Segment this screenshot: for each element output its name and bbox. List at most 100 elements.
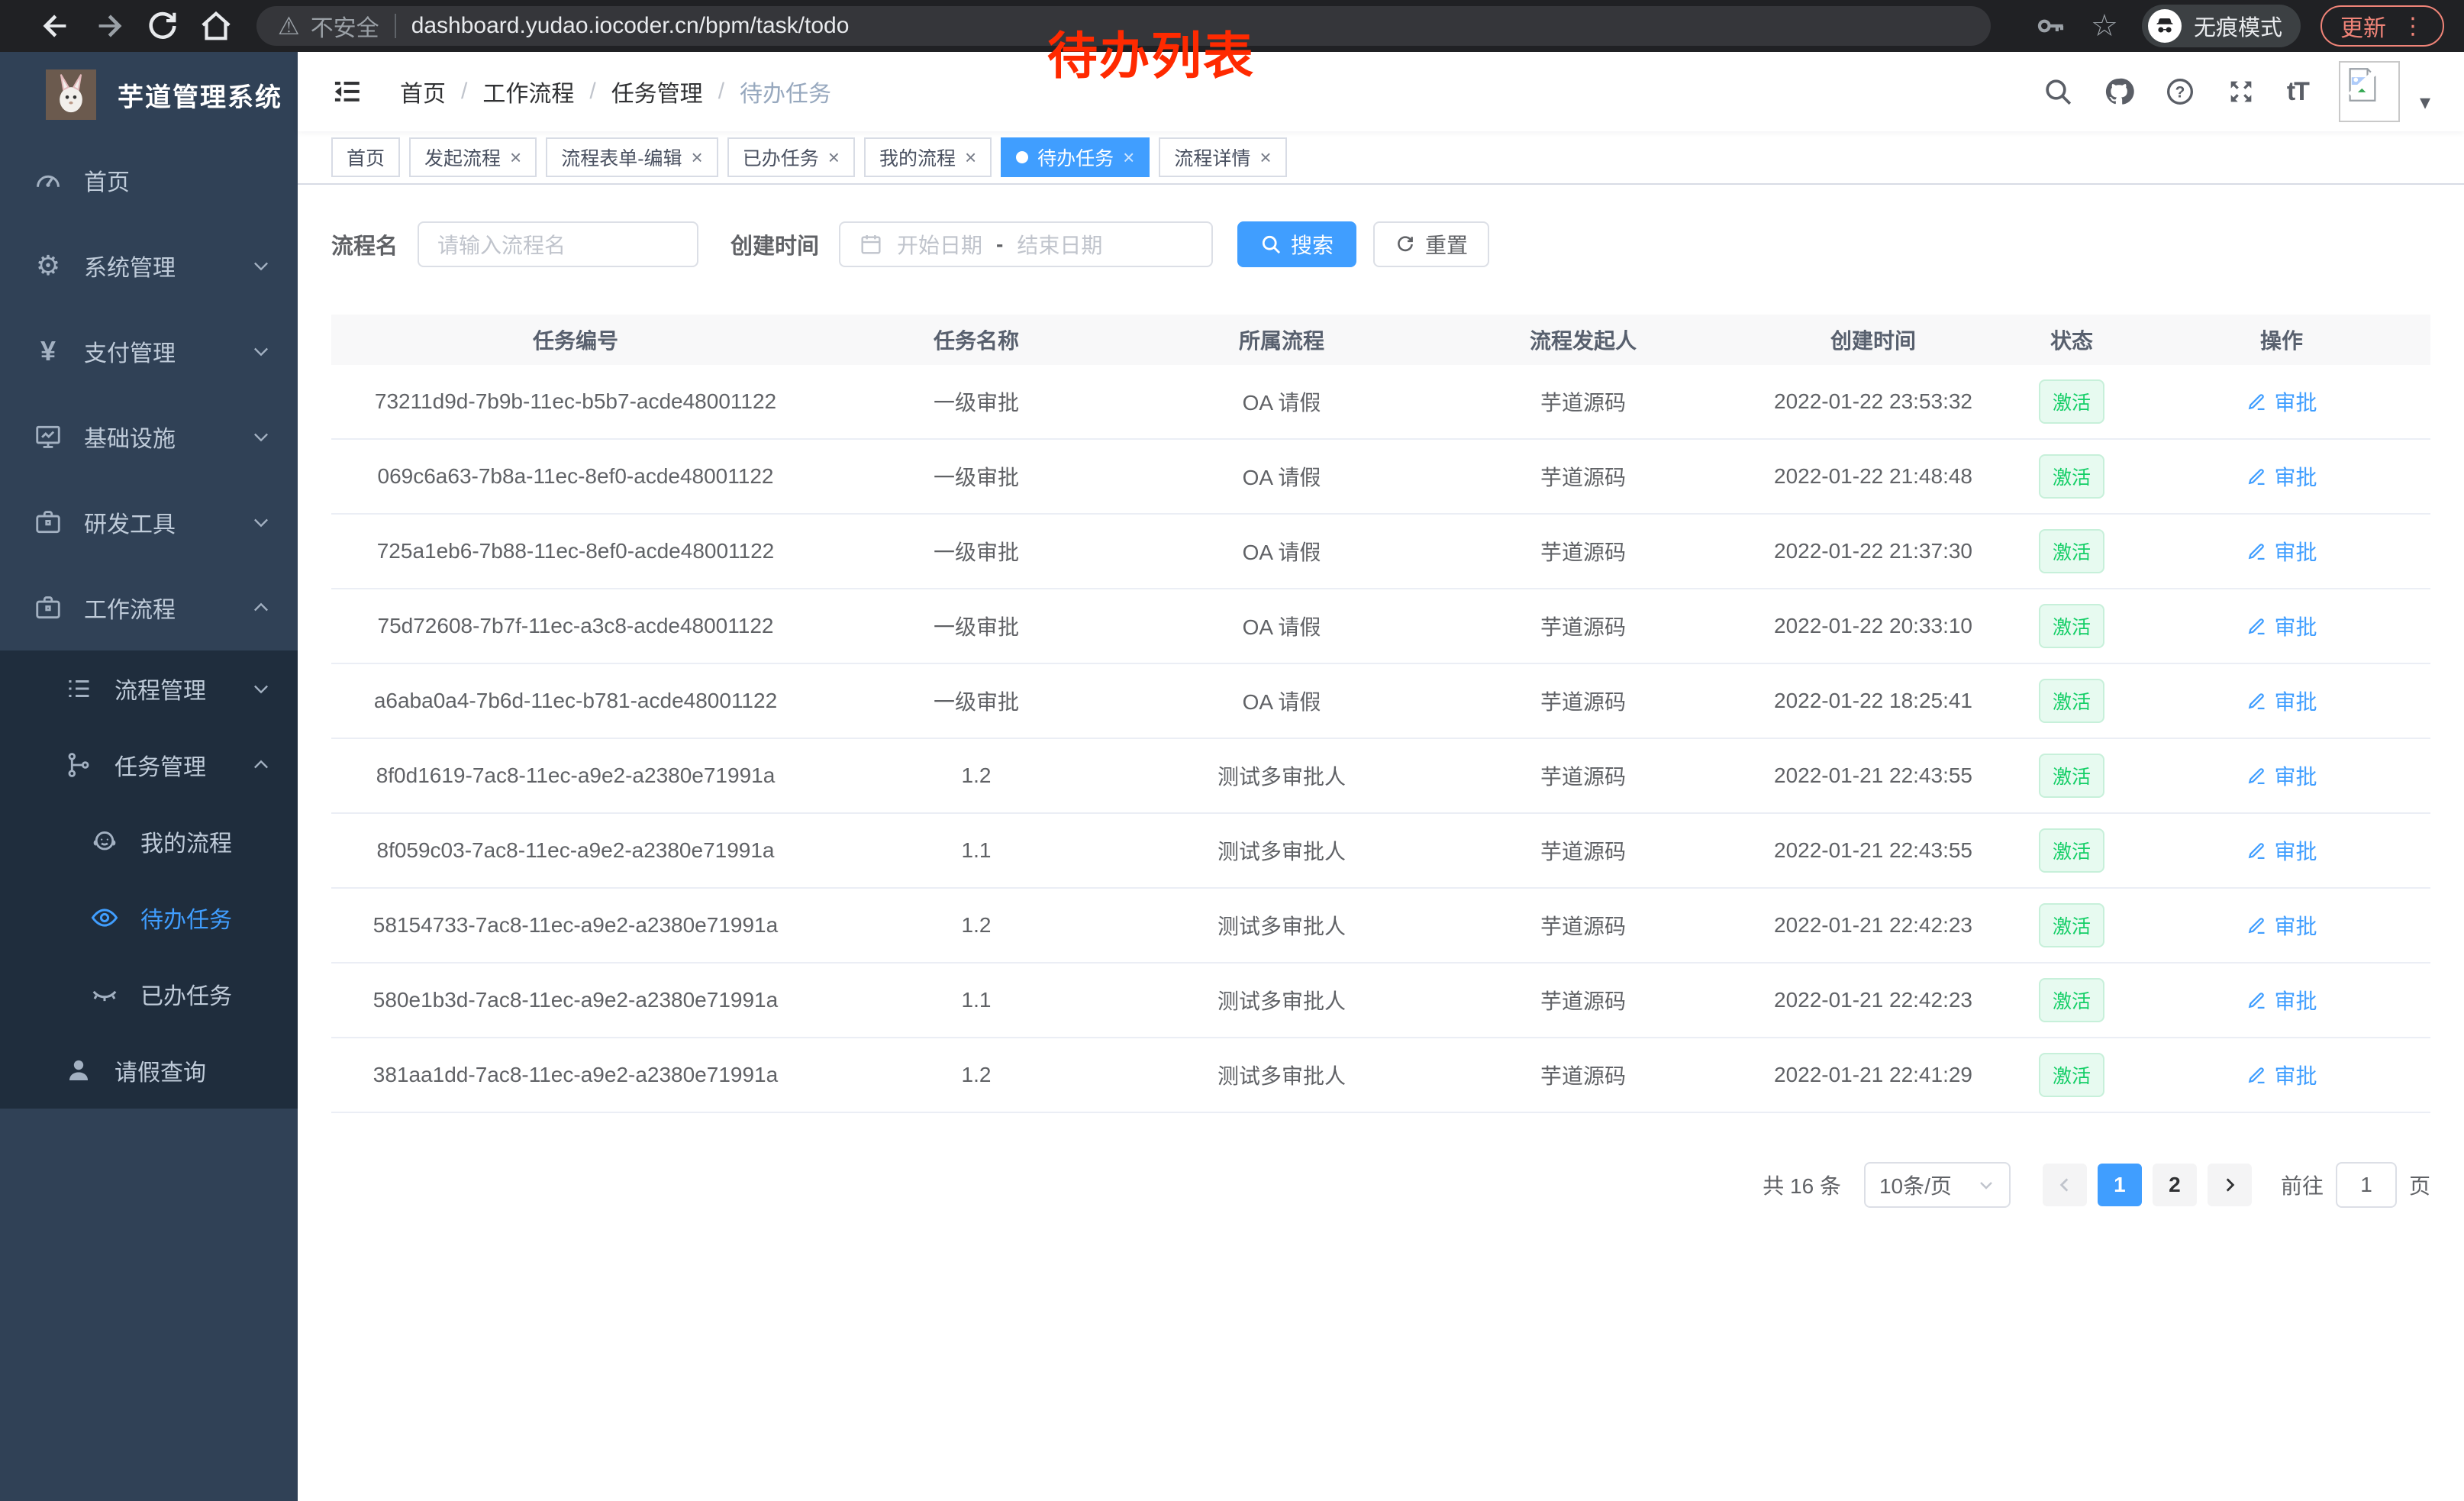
approve-link[interactable]: 审批 [2246, 1060, 2317, 1090]
tab-首页[interactable]: 首页 [331, 137, 400, 177]
reset-button[interactable]: 重置 [1373, 221, 1489, 267]
close-icon[interactable]: × [965, 146, 976, 169]
eye-icon [90, 903, 119, 932]
cell-created: 2022-01-22 18:25:41 [1736, 689, 2011, 713]
breadcrumb-item[interactable]: 任务管理 [611, 75, 703, 108]
approve-link[interactable]: 审批 [2246, 910, 2317, 941]
column-header: 操作 [2133, 324, 2430, 355]
sidebar-item-todo-task[interactable]: 待办任务 [0, 880, 298, 956]
sidebar-fold-icon[interactable] [331, 76, 363, 108]
sidebar-item-done-task[interactable]: 已办任务 [0, 956, 298, 1032]
sidebar-item-devtools[interactable]: 研发工具 [0, 479, 298, 565]
approve-link[interactable]: 审批 [2246, 985, 2317, 1015]
status-badge: 激活 [2039, 679, 2104, 723]
status-badge: 激活 [2039, 454, 2104, 499]
breadcrumb-item[interactable]: 首页 [400, 75, 446, 108]
not-secure-label[interactable]: 不安全 [311, 9, 379, 43]
help-icon[interactable]: ? [2165, 76, 2195, 107]
approve-label: 审批 [2274, 835, 2317, 866]
table-row: 381aa1dd-7ac8-11ec-a9e2-a2380e71991a1.2测… [331, 1038, 2430, 1113]
create-time-label: 创建时间 [730, 228, 819, 260]
approve-link[interactable]: 审批 [2246, 461, 2317, 492]
avatar-caret-down-icon[interactable]: ▾ [2420, 89, 2430, 115]
tasks-table: 任务编号任务名称所属流程流程发起人创建时间状态操作 73211d9d-7b9b-… [331, 315, 2430, 1113]
approve-link[interactable]: 审批 [2246, 386, 2317, 417]
breadcrumb-item[interactable]: 工作流程 [482, 75, 574, 108]
cell-name: 1.1 [820, 838, 1133, 863]
approve-link[interactable]: 审批 [2246, 686, 2317, 716]
page-button-2[interactable]: 2 [2153, 1164, 2197, 1206]
approve-link[interactable]: 审批 [2246, 611, 2317, 641]
sidebar-item-system[interactable]: ⚙系统管理 [0, 223, 298, 308]
chevron-up-icon [250, 754, 272, 776]
goto-page-input[interactable]: 1 [2336, 1162, 2397, 1208]
tab-流程详情[interactable]: 流程详情× [1159, 137, 1286, 177]
fullscreen-icon[interactable] [2226, 76, 2256, 107]
cell-created: 2022-01-22 21:37:30 [1736, 539, 2011, 563]
update-button[interactable]: 更新 ⋮ [2320, 5, 2444, 47]
close-icon[interactable]: × [828, 146, 840, 169]
cell-created: 2022-01-22 23:53:32 [1736, 389, 2011, 414]
close-icon[interactable]: × [692, 146, 703, 169]
approve-link[interactable]: 审批 [2246, 760, 2317, 791]
edit-pencil-icon [2246, 466, 2267, 487]
browser-back-icon[interactable] [38, 8, 73, 44]
app-title: 芋道管理系统 [118, 76, 282, 114]
cell-name: 1.2 [820, 913, 1133, 938]
close-icon[interactable]: × [1123, 146, 1134, 169]
status-badge: 激活 [2039, 754, 2104, 798]
bookmark-star-icon[interactable]: ☆ [2088, 10, 2121, 42]
cell-process: 测试多审批人 [1133, 835, 1430, 866]
cell-process: 测试多审批人 [1133, 910, 1430, 941]
chevron-down-icon [250, 512, 272, 533]
approve-link[interactable]: 审批 [2246, 536, 2317, 567]
close-icon[interactable]: × [510, 146, 521, 169]
breadcrumb-separator: / [718, 79, 724, 105]
tab-label: 我的流程 [879, 144, 956, 171]
avatar[interactable] [2339, 61, 2400, 122]
sidebar-item-process-mgmt[interactable]: 流程管理 [0, 650, 298, 727]
github-icon[interactable] [2104, 76, 2134, 107]
column-header: 流程发起人 [1430, 324, 1736, 355]
sidebar-item-home[interactable]: 首页 [0, 137, 298, 223]
page-size-select[interactable]: 10条/页 [1864, 1162, 2011, 1208]
sidebar-item-workflow[interactable]: 工作流程 [0, 565, 298, 650]
app-logo-block[interactable]: 芋道管理系统 [0, 52, 298, 137]
browser-menu-dots-icon[interactable]: ⋮ [2401, 13, 2424, 40]
browser-home-icon[interactable] [198, 8, 234, 44]
sidebar-item-label: 请假查询 [114, 1054, 206, 1087]
font-size-icon[interactable]: tT [2287, 76, 2308, 107]
next-page-button[interactable] [2208, 1164, 2252, 1206]
page-button-1[interactable]: 1 [2098, 1164, 2142, 1206]
page-size-value: 10条/页 [1879, 1170, 1952, 1200]
sidebar-item-infra[interactable]: 基础设施 [0, 394, 298, 479]
tab-待办任务[interactable]: 待办任务× [1001, 137, 1150, 177]
search-icon[interactable] [2043, 76, 2073, 107]
chevron-down-icon [250, 255, 272, 276]
sidebar-item-label: 已办任务 [140, 977, 232, 1011]
password-key-icon[interactable] [2035, 10, 2067, 42]
sidebar-item-leave-query[interactable]: 请假查询 [0, 1032, 298, 1109]
sidebar-item-payment[interactable]: ¥支付管理 [0, 308, 298, 394]
browser-reload-icon[interactable] [145, 8, 180, 44]
cell-status: 激活 [2011, 529, 2133, 573]
sidebar-item-my-process[interactable]: 我的流程 [0, 803, 298, 880]
tab-我的流程[interactable]: 我的流程 × [864, 137, 992, 177]
process-name-input[interactable]: 请输入流程名 [418, 221, 698, 267]
approve-link[interactable]: 审批 [2246, 835, 2317, 866]
cell-status: 激活 [2011, 379, 2133, 424]
cell-status: 激活 [2011, 679, 2133, 723]
close-icon[interactable]: × [1259, 146, 1271, 169]
sidebar-item-task-mgmt[interactable]: 任务管理 [0, 727, 298, 803]
prev-page-button[interactable] [2043, 1164, 2087, 1206]
search-button[interactable]: 搜索 [1237, 221, 1356, 267]
cell-name: 1.2 [820, 763, 1133, 788]
url-text[interactable]: dashboard.yudao.iocoder.cn/bpm/task/todo [411, 13, 850, 39]
tab-发起流程[interactable]: 发起流程× [409, 137, 537, 177]
tab-流程表单-编辑[interactable]: 流程表单-编辑× [546, 137, 718, 177]
app-logo-image [46, 69, 96, 120]
date-range-input[interactable]: 开始日期 - 结束日期 [839, 221, 1213, 267]
table-row: 73211d9d-7b9b-11ec-b5b7-acde48001122一级审批… [331, 365, 2430, 440]
browser-forward-icon[interactable] [92, 8, 127, 44]
tab-已办任务[interactable]: 已办任务× [727, 137, 855, 177]
